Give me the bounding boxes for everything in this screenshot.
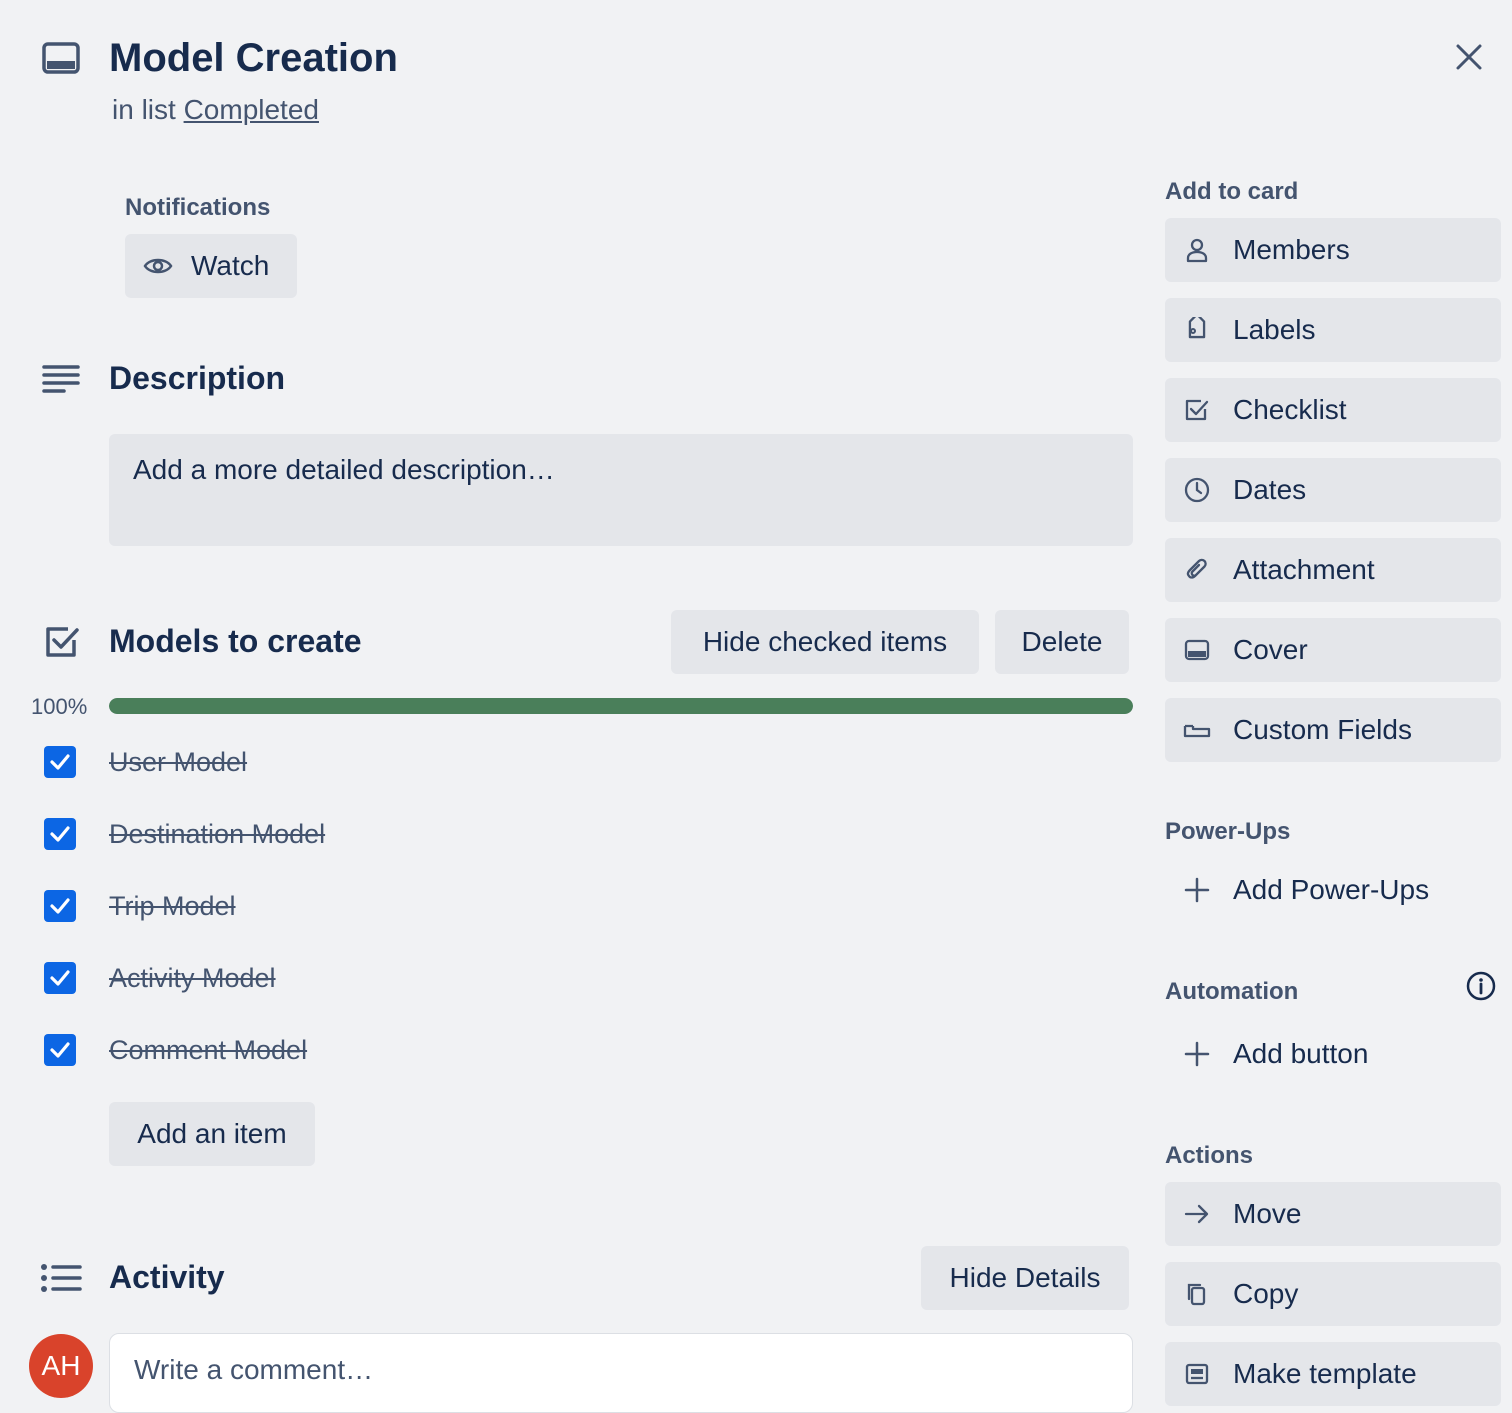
powerups-label: Power-Ups [1165,818,1291,845]
checkbox[interactable] [44,746,76,778]
plus-icon [1183,876,1211,904]
comment-placeholder: Write a comment… [134,1354,374,1385]
add-powerups-label: Add Power-Ups [1233,874,1430,905]
info-icon[interactable] [1466,971,1496,1001]
watch-label: Watch [191,250,270,281]
add-button-label: Add button [1233,1038,1369,1069]
checklist-item-label[interactable]: Comment Model [109,1035,307,1066]
sidebar-button-label: Labels [1233,314,1316,345]
checkmark-icon [50,898,70,914]
progress-fill [109,698,1133,714]
hide-checked-button[interactable]: Hide checked items [671,610,979,674]
template-icon [1183,1360,1211,1388]
checklist-item-label[interactable]: Trip Model [109,891,236,922]
sidebar-button-label: Attachment [1233,554,1375,585]
comment-input[interactable]: Write a comment… [109,1333,1133,1413]
description-input[interactable]: Add a more detailed description… [109,434,1133,546]
hide-details-button[interactable]: Hide Details [921,1246,1129,1310]
sidebar-button-label: Move [1233,1198,1302,1229]
sidebar-button-label: Dates [1233,474,1307,505]
progress-track [109,698,1133,714]
sidebar-button-label: Members [1233,234,1350,265]
checklist-item-label[interactable]: Activity Model [109,963,276,994]
notifications-label: Notifications [125,194,271,221]
card-title: Model Creation [109,36,398,80]
sidebar-button-checklist[interactable]: Checklist [1165,378,1501,442]
hide-details-label: Hide Details [949,1262,1101,1293]
checklist-heading: Models to create [109,623,362,659]
add-to-card-label: Add to card [1165,178,1299,205]
checklist-item[interactable]: Activity Model [44,961,276,995]
eye-icon [143,255,173,277]
add-automation-button[interactable]: Add button [1165,1026,1368,1082]
plus-icon [1183,1040,1211,1068]
actions-label: Actions [1165,1142,1254,1169]
hide-checked-label: Hide checked items [702,626,948,657]
add-item-label: Add an item [137,1118,287,1149]
checklist-item[interactable]: Comment Model [44,1033,307,1067]
arrow-right-icon [1183,1200,1211,1228]
checklist-icon [44,624,80,660]
sidebar-button-label: Custom Fields [1233,714,1412,745]
sidebar-button-label: Copy [1233,1278,1299,1309]
close-icon[interactable] [1454,42,1484,72]
automation-label: Automation [1165,978,1299,1005]
sidebar-button-label: Checklist [1233,394,1347,425]
add-powerups-button[interactable]: Add Power-Ups [1165,862,1429,918]
checklist-item[interactable]: Trip Model [44,889,236,923]
checklist-icon [1183,396,1211,424]
delete-label: Delete [1021,626,1103,657]
sidebar-button-label: Cover [1233,634,1308,665]
checkbox[interactable] [44,818,76,850]
sidebar-button-dates[interactable]: Dates [1165,458,1501,522]
description-icon [42,364,80,394]
list-prefix: in list [112,94,176,125]
description-placeholder: Add a more detailed description… [133,454,555,485]
checkbox[interactable] [44,1034,76,1066]
delete-checklist-button[interactable]: Delete [995,610,1129,674]
checkbox[interactable] [44,890,76,922]
checklist-item[interactable]: User Model [44,745,247,779]
progress-percent: 100% [31,694,88,719]
checklist-item-label[interactable]: Destination Model [109,819,325,850]
checkmark-icon [50,754,70,770]
sidebar-button-cover[interactable]: Cover [1165,618,1501,682]
sidebar-button-copy[interactable]: Copy [1165,1262,1501,1326]
activity-icon [40,1263,82,1293]
sidebar-button-make-template[interactable]: Make template [1165,1342,1501,1406]
sidebar-button-move[interactable]: Move [1165,1182,1501,1246]
cover-icon [1183,636,1211,664]
checklist-item[interactable]: Destination Model [44,817,325,851]
checkmark-icon [50,970,70,986]
checkbox[interactable] [44,962,76,994]
tag-icon [1183,316,1211,344]
sidebar-button-labels[interactable]: Labels [1165,298,1501,362]
sidebar-button-custom-fields[interactable]: Custom Fields [1165,698,1501,762]
copy-icon [1183,1280,1211,1308]
custom-fields-icon [1183,716,1211,744]
activity-heading: Activity [109,1259,225,1295]
description-heading: Description [109,360,286,396]
sidebar-button-label: Make template [1233,1358,1417,1389]
avatar-initials: AH [41,1350,81,1381]
avatar[interactable]: AH [29,1334,93,1398]
list-info: in list Completed [112,94,319,126]
checklist-item-label[interactable]: User Model [109,747,247,778]
watch-button[interactable]: Watch [125,234,297,298]
paperclip-icon [1183,556,1211,584]
clock-icon [1183,476,1211,504]
checkmark-icon [50,826,70,842]
person-icon [1183,236,1211,264]
sidebar-button-members[interactable]: Members [1165,218,1501,282]
sidebar-button-attachment[interactable]: Attachment [1165,538,1501,602]
checkmark-icon [50,1042,70,1058]
add-item-button[interactable]: Add an item [109,1102,315,1166]
card-icon [42,42,80,74]
list-link[interactable]: Completed [184,94,319,125]
